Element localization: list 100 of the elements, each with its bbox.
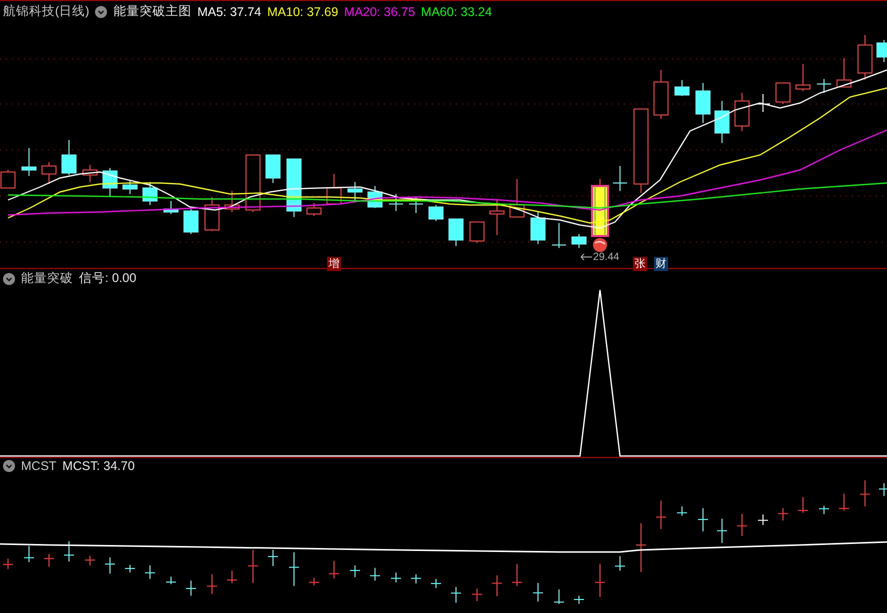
price-tick-mark	[492, 574, 502, 597]
price-tick-mark	[2, 558, 14, 570]
stock-title: 航锦科技(日线)	[3, 3, 90, 20]
candlestick	[530, 212, 546, 244]
candlestick	[674, 80, 690, 96]
candlestick	[714, 100, 730, 144]
candlestick	[224, 190, 240, 212]
price-tick-mark	[390, 572, 402, 583]
indicator-name: 能量突破	[21, 270, 73, 287]
dropdown-icon[interactable]	[95, 6, 108, 18]
price-tick-mark	[288, 552, 300, 586]
price-tick-mark	[594, 563, 606, 598]
candlestick	[388, 194, 404, 212]
arrow-icon	[580, 253, 592, 261]
price-tick-mark	[206, 574, 218, 594]
candlestick	[572, 234, 586, 248]
price-tick-mark	[838, 493, 850, 511]
price-tick-mark	[24, 545, 34, 563]
candlestick	[348, 182, 362, 202]
moving-average-reading: MA10: 37.69	[267, 4, 338, 18]
signal-marker: 张	[633, 257, 647, 271]
price-tick-mark	[186, 580, 196, 596]
candlestick	[326, 174, 342, 204]
candlestick	[428, 204, 444, 222]
candlestick	[306, 202, 322, 216]
moving-average-reading: MA5: 37.74	[197, 4, 262, 18]
price-tick-mark	[574, 595, 584, 604]
price-tick-mark	[84, 555, 96, 566]
price-tick-mark	[124, 564, 136, 574]
signal-marker: 增	[327, 257, 341, 271]
candlestick	[286, 158, 302, 218]
ball-icon	[593, 238, 607, 252]
price-tick-mark	[64, 540, 74, 562]
candlestick	[654, 70, 668, 120]
price-tick-mark	[636, 522, 646, 572]
price-tick-mark	[248, 549, 258, 584]
candlestick	[696, 82, 710, 124]
price-tick-mark	[798, 496, 808, 514]
price-tick-mark	[778, 508, 788, 521]
price-tick-mark	[370, 567, 380, 582]
price-tick-mark	[268, 549, 278, 567]
price-tick-mark	[878, 482, 887, 496]
indicator-name: 能量突破主图	[113, 3, 192, 20]
price-tick-mark	[430, 578, 442, 589]
price-tick-mark	[512, 563, 522, 586]
indicator-name: MCST	[21, 459, 56, 473]
moving-average-reading: MA60: 33.24	[421, 4, 492, 18]
price-tick-mark	[328, 560, 340, 579]
candlestick	[62, 140, 76, 176]
candlestick	[816, 78, 832, 94]
candlestick	[836, 58, 852, 88]
moving-average-reading: MA20: 36.75	[344, 4, 416, 18]
candlestick	[102, 168, 118, 196]
candlestick	[204, 196, 220, 232]
candlestick	[734, 92, 750, 132]
price-tick-mark	[350, 565, 360, 578]
candlestick	[552, 222, 566, 248]
candlestick	[876, 40, 887, 62]
price-tick-mark	[656, 500, 666, 530]
candlestick	[510, 178, 524, 218]
price-tick-mark	[166, 576, 176, 585]
candlestick	[142, 182, 158, 206]
price-tick-mark	[818, 505, 830, 514]
candlestick	[42, 162, 56, 184]
price-tick-mark	[410, 574, 422, 584]
price-tick-mark	[472, 588, 482, 602]
mcst-reading: MCST: 34.70	[62, 459, 135, 473]
price-tick-mark	[144, 565, 156, 580]
price-tick-mark	[44, 553, 54, 568]
candlestick	[470, 222, 484, 244]
candlestick	[490, 198, 504, 236]
candlestick	[368, 186, 382, 208]
price-tick-mark	[614, 556, 626, 572]
price-tick-mark	[450, 586, 462, 604]
candlestick	[184, 208, 198, 234]
candlestick	[612, 166, 628, 192]
price-tick-mark	[736, 513, 748, 536]
candlestick	[122, 180, 138, 194]
price-tick-mark	[532, 582, 544, 602]
candlestick	[408, 196, 424, 214]
dropdown-icon[interactable]	[3, 460, 15, 472]
price-tick-mark	[758, 514, 768, 526]
price-tick-mark	[676, 506, 688, 516]
candlestick	[164, 200, 178, 214]
dropdown-icon[interactable]	[3, 272, 15, 284]
signal-marker: 财	[654, 257, 668, 271]
candlestick	[22, 148, 36, 176]
price-tick-mark	[716, 518, 728, 544]
candlestick	[246, 154, 260, 212]
price-tick-mark	[226, 570, 238, 584]
candlestick	[858, 34, 872, 80]
candlestick	[796, 64, 810, 92]
candlestick	[756, 94, 770, 112]
price-tick-mark	[308, 577, 320, 586]
price-tick-mark	[554, 588, 564, 604]
candlestick	[448, 218, 464, 246]
price-tick-mark	[860, 480, 870, 507]
price-tick-mark	[104, 556, 116, 574]
candlestick	[591, 178, 609, 237]
candlestick	[82, 164, 98, 182]
